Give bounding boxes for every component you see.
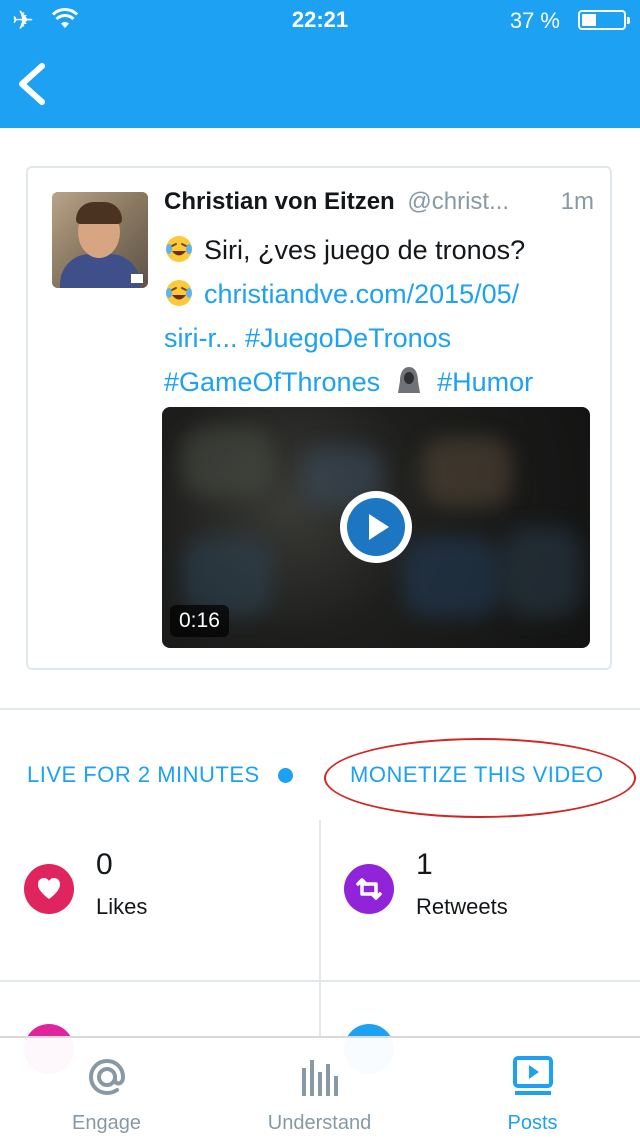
stat-likes[interactable]: 0 Likes: [24, 848, 294, 964]
video-player[interactable]: 0:16: [162, 407, 590, 648]
hooded-figure-emoji-icon: [397, 367, 420, 393]
tweet-link-continued[interactable]: siri-r...: [164, 323, 238, 353]
tab-understand-label: Understand: [267, 1112, 372, 1134]
tears-of-joy-emoji-icon: [166, 236, 192, 262]
battery-percent: 37 %: [509, 8, 560, 33]
live-status-link[interactable]: LIVE FOR 2 MINUTES: [27, 762, 260, 788]
tab-posts-label: Posts: [507, 1112, 558, 1134]
tweet-link[interactable]: christiandve.com/2015/05/: [204, 279, 519, 309]
tab-engage[interactable]: Engage: [0, 1038, 213, 1138]
tab-understand[interactable]: Understand: [213, 1038, 426, 1138]
live-indicator-dot: [278, 768, 293, 783]
play-button[interactable]: [340, 491, 412, 563]
status-bar: ✈ 22:21 37 %: [0, 0, 640, 40]
likes-label: Likes: [96, 894, 148, 919]
hashtag-game-of-thrones[interactable]: #GameOfThrones: [164, 367, 380, 397]
heart-icon: [24, 864, 74, 914]
avatar[interactable]: [52, 192, 148, 288]
tweet-text: Siri, ¿ves juego de tronos? christiandve…: [164, 228, 584, 404]
monetize-video-button[interactable]: MONETIZE THIS VIDEO: [324, 738, 636, 818]
tab-posts[interactable]: Posts: [426, 1038, 639, 1138]
verified-media-icon: [130, 273, 144, 284]
author-name[interactable]: Christian von Eitzen: [164, 188, 395, 215]
battery-icon: [578, 10, 630, 30]
video-posts-icon: [512, 1056, 553, 1095]
tears-of-joy-emoji-icon: [166, 280, 192, 306]
header-bar: ✈ 22:21 37 %: [0, 0, 640, 128]
retweets-count: 1: [416, 848, 433, 881]
stats-divider-vertical: [319, 820, 321, 1036]
section-divider: [0, 708, 640, 710]
retweets-label: Retweets: [416, 894, 508, 919]
stat-retweets[interactable]: 1 Retweets: [344, 848, 614, 964]
stats-divider-horizontal: [0, 980, 640, 982]
tweet-line-1: Siri, ¿ves juego de tronos?: [204, 235, 526, 265]
tweet-time: 1m: [560, 188, 594, 215]
tweet-header: Christian von Eitzen @christ... 1m: [164, 188, 594, 220]
play-icon: [369, 514, 389, 540]
bar-chart-icon: [301, 1060, 338, 1096]
hashtag-juego-de-tronos[interactable]: #JuegoDeTronos: [245, 323, 451, 353]
bottom-tab-bar: Engage Understand Posts: [0, 1036, 640, 1136]
hashtag-humor[interactable]: #Humor: [437, 367, 533, 397]
tweet-card[interactable]: Christian von Eitzen @christ... 1m Siri,…: [26, 166, 612, 670]
tab-engage-label: Engage: [72, 1112, 141, 1134]
at-icon: [88, 1058, 125, 1096]
back-button[interactable]: [14, 62, 54, 106]
retweet-icon: [344, 864, 394, 914]
monetize-video-label: MONETIZE THIS VIDEO: [350, 762, 604, 787]
author-handle: @christ...: [407, 188, 510, 215]
likes-count: 0: [96, 848, 113, 881]
video-duration: 0:16: [170, 605, 229, 637]
